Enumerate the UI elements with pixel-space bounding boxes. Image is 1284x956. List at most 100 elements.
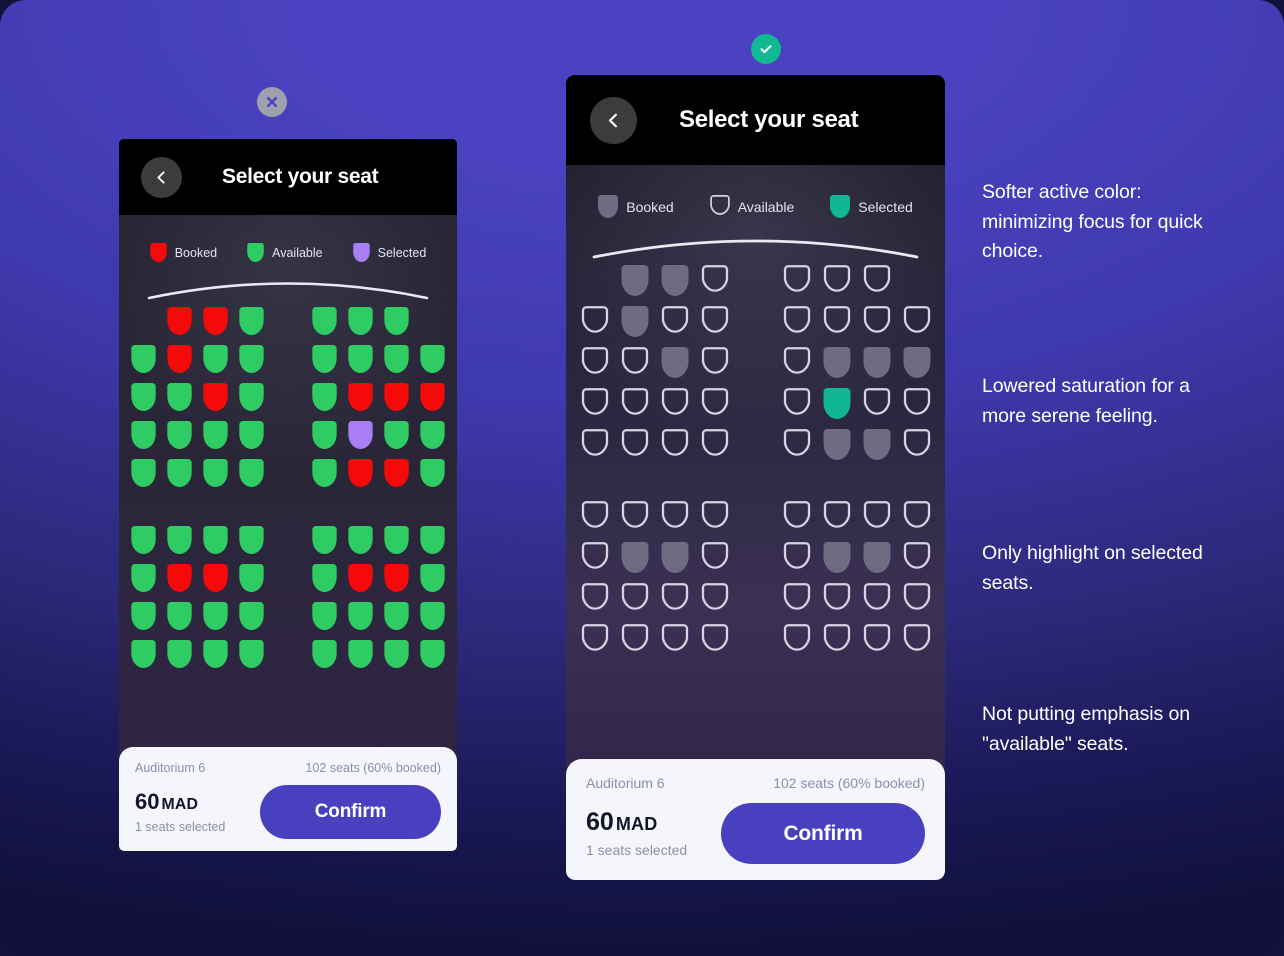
seat-available[interactable]	[167, 421, 192, 449]
seat-grid-left[interactable]	[119, 307, 457, 668]
seat-available[interactable]	[312, 421, 337, 449]
seat-selected[interactable]	[348, 421, 373, 449]
seat-available[interactable]	[701, 583, 729, 614]
seat-available[interactable]	[203, 640, 228, 668]
seat-available[interactable]	[661, 388, 689, 419]
seat-available[interactable]	[661, 624, 689, 655]
seat-available[interactable]	[384, 421, 409, 449]
seat-available[interactable]	[701, 542, 729, 573]
seat-available[interactable]	[420, 526, 445, 554]
seat-available[interactable]	[131, 602, 156, 630]
seat-available[interactable]	[863, 624, 891, 655]
seat-available[interactable]	[420, 564, 445, 592]
seat-available[interactable]	[239, 526, 264, 554]
seat-available[interactable]	[239, 459, 264, 487]
seat-available[interactable]	[823, 501, 851, 532]
seat-available[interactable]	[621, 347, 649, 378]
seat-available[interactable]	[131, 526, 156, 554]
seat-available[interactable]	[783, 388, 811, 419]
seat-available[interactable]	[701, 429, 729, 460]
seat-available[interactable]	[420, 602, 445, 630]
seat-available[interactable]	[621, 429, 649, 460]
seat-available[interactable]	[131, 564, 156, 592]
seat-available[interactable]	[701, 306, 729, 337]
seat-available[interactable]	[863, 265, 891, 296]
seat-available[interactable]	[903, 429, 931, 460]
seat-available[interactable]	[701, 265, 729, 296]
seat-available[interactable]	[581, 542, 609, 573]
seat-available[interactable]	[661, 306, 689, 337]
seat-available[interactable]	[661, 501, 689, 532]
seat-available[interactable]	[420, 459, 445, 487]
seat-available[interactable]	[239, 640, 264, 668]
seat-available[interactable]	[131, 421, 156, 449]
seat-available[interactable]	[863, 501, 891, 532]
seat-available[interactable]	[783, 583, 811, 614]
seat-grid-right[interactable]	[566, 265, 945, 655]
seat-available[interactable]	[783, 347, 811, 378]
seat-available[interactable]	[348, 640, 373, 668]
seat-available[interactable]	[167, 640, 192, 668]
seat-available[interactable]	[863, 388, 891, 419]
seat-available[interactable]	[783, 306, 811, 337]
seat-available[interactable]	[701, 501, 729, 532]
seat-available[interactable]	[581, 306, 609, 337]
seat-available[interactable]	[312, 459, 337, 487]
seat-available[interactable]	[903, 624, 931, 655]
confirm-button-left[interactable]: Confirm	[260, 785, 441, 839]
seat-available[interactable]	[581, 501, 609, 532]
seat-available[interactable]	[701, 347, 729, 378]
seat-available[interactable]	[384, 640, 409, 668]
seat-available[interactable]	[903, 306, 931, 337]
seat-available[interactable]	[384, 345, 409, 373]
seat-available[interactable]	[661, 429, 689, 460]
seat-available[interactable]	[131, 345, 156, 373]
seat-available[interactable]	[581, 388, 609, 419]
seat-available[interactable]	[903, 388, 931, 419]
seat-available[interactable]	[783, 265, 811, 296]
seat-available[interactable]	[312, 640, 337, 668]
seat-available[interactable]	[239, 421, 264, 449]
seat-available[interactable]	[783, 542, 811, 573]
seat-available[interactable]	[312, 383, 337, 411]
seat-available[interactable]	[131, 640, 156, 668]
seat-available[interactable]	[581, 347, 609, 378]
seat-available[interactable]	[384, 602, 409, 630]
seat-available[interactable]	[348, 526, 373, 554]
seat-available[interactable]	[903, 583, 931, 614]
seat-available[interactable]	[203, 459, 228, 487]
seat-available[interactable]	[312, 602, 337, 630]
seat-available[interactable]	[420, 345, 445, 373]
seat-available[interactable]	[131, 383, 156, 411]
seat-available[interactable]	[239, 307, 264, 335]
seat-available[interactable]	[701, 624, 729, 655]
seat-available[interactable]	[239, 564, 264, 592]
seat-available[interactable]	[239, 345, 264, 373]
seat-available[interactable]	[131, 459, 156, 487]
seat-available[interactable]	[167, 602, 192, 630]
seat-available[interactable]	[384, 526, 409, 554]
back-button-left[interactable]	[141, 156, 182, 198]
seat-available[interactable]	[203, 345, 228, 373]
seat-available[interactable]	[167, 459, 192, 487]
seat-available[interactable]	[581, 583, 609, 614]
seat-selected[interactable]	[823, 388, 851, 419]
seat-available[interactable]	[823, 624, 851, 655]
seat-available[interactable]	[312, 564, 337, 592]
seat-available[interactable]	[167, 526, 192, 554]
seat-available[interactable]	[903, 542, 931, 573]
seat-available[interactable]	[203, 526, 228, 554]
seat-available[interactable]	[203, 421, 228, 449]
seat-available[interactable]	[348, 307, 373, 335]
seat-available[interactable]	[863, 583, 891, 614]
seat-available[interactable]	[903, 501, 931, 532]
seat-available[interactable]	[863, 306, 891, 337]
seat-available[interactable]	[203, 602, 228, 630]
seat-available[interactable]	[783, 429, 811, 460]
seat-available[interactable]	[823, 265, 851, 296]
seat-available[interactable]	[581, 624, 609, 655]
seat-available[interactable]	[783, 624, 811, 655]
seat-available[interactable]	[348, 602, 373, 630]
seat-available[interactable]	[420, 640, 445, 668]
seat-available[interactable]	[823, 583, 851, 614]
